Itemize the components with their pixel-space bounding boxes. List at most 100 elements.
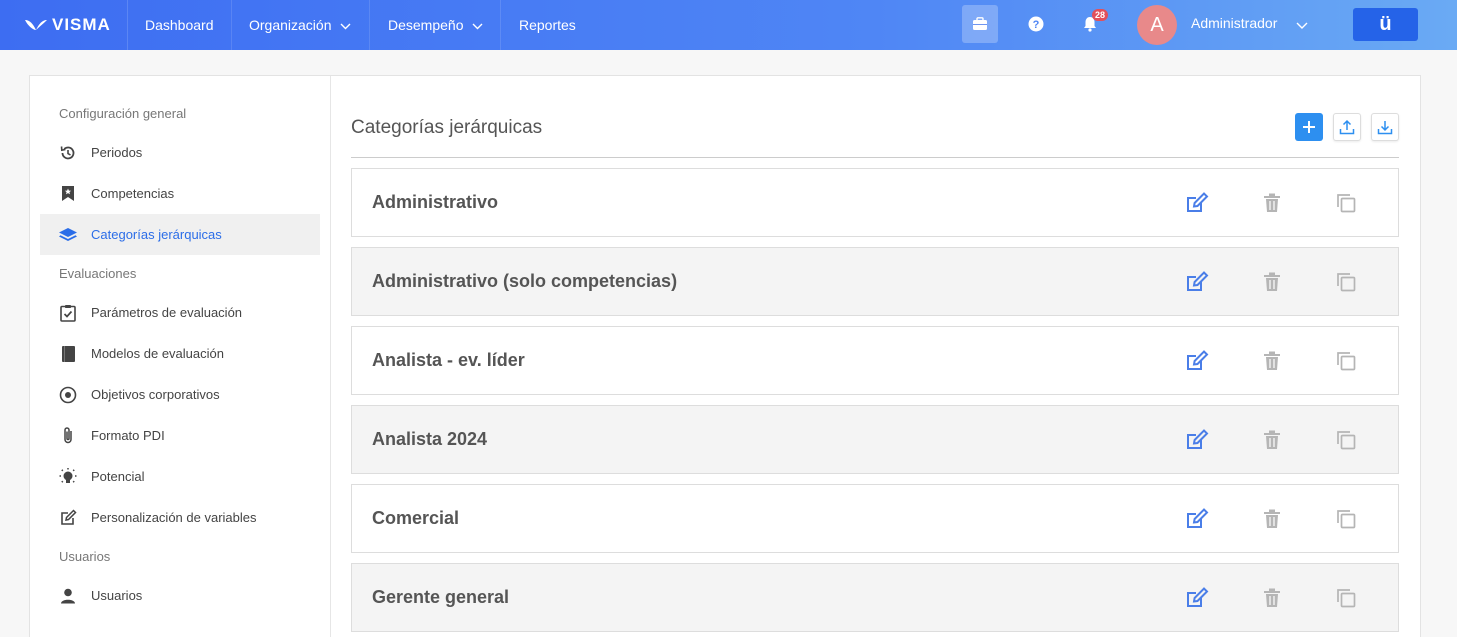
edit-icon[interactable] xyxy=(1186,191,1210,215)
divider xyxy=(231,0,232,50)
divider xyxy=(369,0,370,50)
sidebar-item-label: Usuarios xyxy=(91,588,143,603)
paperclip-icon xyxy=(58,426,78,446)
target-icon xyxy=(58,385,78,405)
duplicate-icon[interactable] xyxy=(1334,428,1358,452)
sidebar-item-competencias[interactable]: Competencias xyxy=(40,173,320,214)
nav-label: Dashboard xyxy=(145,17,214,33)
sidebar-item-label: Potencial xyxy=(91,469,145,484)
add-button[interactable] xyxy=(1295,113,1323,141)
sidebar-item-label: Modelos de evaluación xyxy=(91,346,224,361)
sidebar-item-label: Categorías jerárquicas xyxy=(91,227,222,242)
visma-logo[interactable]: VISMA xyxy=(24,14,111,36)
avatar[interactable]: A xyxy=(1137,5,1177,45)
download-button[interactable] xyxy=(1371,113,1399,141)
sidebar-item-usuarios[interactable]: Usuarios xyxy=(40,575,320,616)
sidebar-item-modelos[interactable]: Modelos de evaluación xyxy=(40,333,320,374)
sidebar-item-label: Personalización de variables xyxy=(91,510,257,525)
svg-text:?: ? xyxy=(1033,19,1040,31)
duplicate-icon[interactable] xyxy=(1334,507,1358,531)
history-icon xyxy=(58,143,78,163)
nav-label: Organización xyxy=(249,17,332,33)
section-title-usuarios: Usuarios xyxy=(59,549,111,564)
sidebar-item-potencial[interactable]: Potencial xyxy=(40,456,320,497)
sidebar-item-label: Parámetros de evaluación xyxy=(91,305,243,320)
edit-icon[interactable] xyxy=(1186,428,1210,452)
user-icon xyxy=(58,586,78,606)
sidebar-item-formato-pdi[interactable]: Formato PDI xyxy=(40,415,320,456)
trash-icon[interactable] xyxy=(1260,507,1284,531)
plus-icon xyxy=(1303,121,1315,133)
chevron-down-icon xyxy=(472,17,483,33)
settings-panel: Configuración general Periodos Competenc… xyxy=(29,75,1421,637)
nav-label: Desempeño xyxy=(388,17,464,33)
sidebar-item-objetivos[interactable]: Objetivos corporativos xyxy=(40,374,320,415)
help-icon: ? xyxy=(1028,16,1044,32)
app-switcher-label: ü xyxy=(1379,13,1392,35)
page-title: Categorías jerárquicas xyxy=(351,117,543,138)
section-title-configuracion: Configuración general xyxy=(59,106,187,121)
sidebar-item-personalizacion[interactable]: Personalización de variables xyxy=(40,497,320,538)
nav-organizacion[interactable]: Organización xyxy=(249,0,351,50)
category-name: Analista - ev. líder xyxy=(372,350,525,370)
category-name: Administrativo (solo competencias) xyxy=(372,271,678,291)
visma-logo-icon xyxy=(25,20,47,30)
list-item[interactable]: Analista 2024 xyxy=(351,405,1399,474)
upload-button[interactable] xyxy=(1333,113,1361,141)
edit-icon xyxy=(58,508,78,528)
edit-icon[interactable] xyxy=(1186,586,1210,610)
trash-icon[interactable] xyxy=(1260,349,1284,373)
list-item[interactable]: Administrativo (solo competencias) xyxy=(351,247,1399,316)
upload-icon xyxy=(1339,119,1355,135)
bookmark-star-icon xyxy=(58,184,78,204)
trash-icon[interactable] xyxy=(1260,586,1284,610)
trash-icon[interactable] xyxy=(1260,428,1284,452)
divider xyxy=(500,0,501,50)
duplicate-icon[interactable] xyxy=(1334,191,1358,215)
sidebar: Configuración general Periodos Competenc… xyxy=(30,76,331,637)
sidebar-item-categorias[interactable]: Categorías jerárquicas xyxy=(40,214,320,255)
edit-icon[interactable] xyxy=(1186,349,1210,373)
chevron-down-icon[interactable] xyxy=(1296,17,1308,35)
notification-badge: 28 xyxy=(1092,9,1109,21)
trash-icon[interactable] xyxy=(1260,270,1284,294)
nav-desempeno[interactable]: Desempeño xyxy=(388,0,483,50)
sidebar-item-label: Objetivos corporativos xyxy=(91,387,220,402)
briefcase-button[interactable] xyxy=(962,5,998,43)
layers-icon xyxy=(58,225,78,245)
duplicate-icon[interactable] xyxy=(1334,270,1358,294)
sidebar-item-parametros[interactable]: Parámetros de evaluación xyxy=(40,292,320,333)
top-navigation-bar: VISMA Dashboard Organización Desempeño R… xyxy=(0,0,1457,50)
list-item[interactable]: Administrativo xyxy=(351,168,1399,237)
divider xyxy=(127,0,128,50)
sidebar-item-label: Formato PDI xyxy=(91,428,165,443)
clipboard-check-icon xyxy=(58,303,78,323)
nav-dashboard[interactable]: Dashboard xyxy=(145,0,214,50)
lightbulb-icon xyxy=(58,467,78,487)
list-item[interactable]: Gerente general xyxy=(351,563,1399,632)
category-name: Gerente general xyxy=(372,587,510,607)
chevron-down-icon xyxy=(340,17,351,33)
logo-text: VISMA xyxy=(52,15,111,34)
book-icon xyxy=(58,344,78,364)
category-name: Administrativo xyxy=(372,192,499,212)
category-name: Analista 2024 xyxy=(372,429,488,449)
app-switcher-button[interactable]: ü xyxy=(1353,8,1418,41)
trash-icon[interactable] xyxy=(1260,191,1284,215)
edit-icon[interactable] xyxy=(1186,507,1210,531)
duplicate-icon[interactable] xyxy=(1334,349,1358,373)
category-name: Comercial xyxy=(372,508,460,528)
duplicate-icon[interactable] xyxy=(1334,586,1358,610)
nav-label: Reportes xyxy=(519,17,576,33)
divider xyxy=(351,157,1399,158)
edit-icon[interactable] xyxy=(1186,270,1210,294)
sidebar-item-label: Periodos xyxy=(91,145,143,160)
sidebar-item-periodos[interactable]: Periodos xyxy=(40,132,320,173)
list-item[interactable]: Comercial xyxy=(351,484,1399,553)
download-icon xyxy=(1377,121,1393,135)
notifications-button[interactable]: 28 xyxy=(1072,5,1109,43)
nav-reportes[interactable]: Reportes xyxy=(519,0,576,50)
help-button[interactable]: ? xyxy=(1018,5,1054,43)
user-name[interactable]: Administrador xyxy=(1191,15,1277,31)
list-item[interactable]: Analista - ev. líder xyxy=(351,326,1399,395)
